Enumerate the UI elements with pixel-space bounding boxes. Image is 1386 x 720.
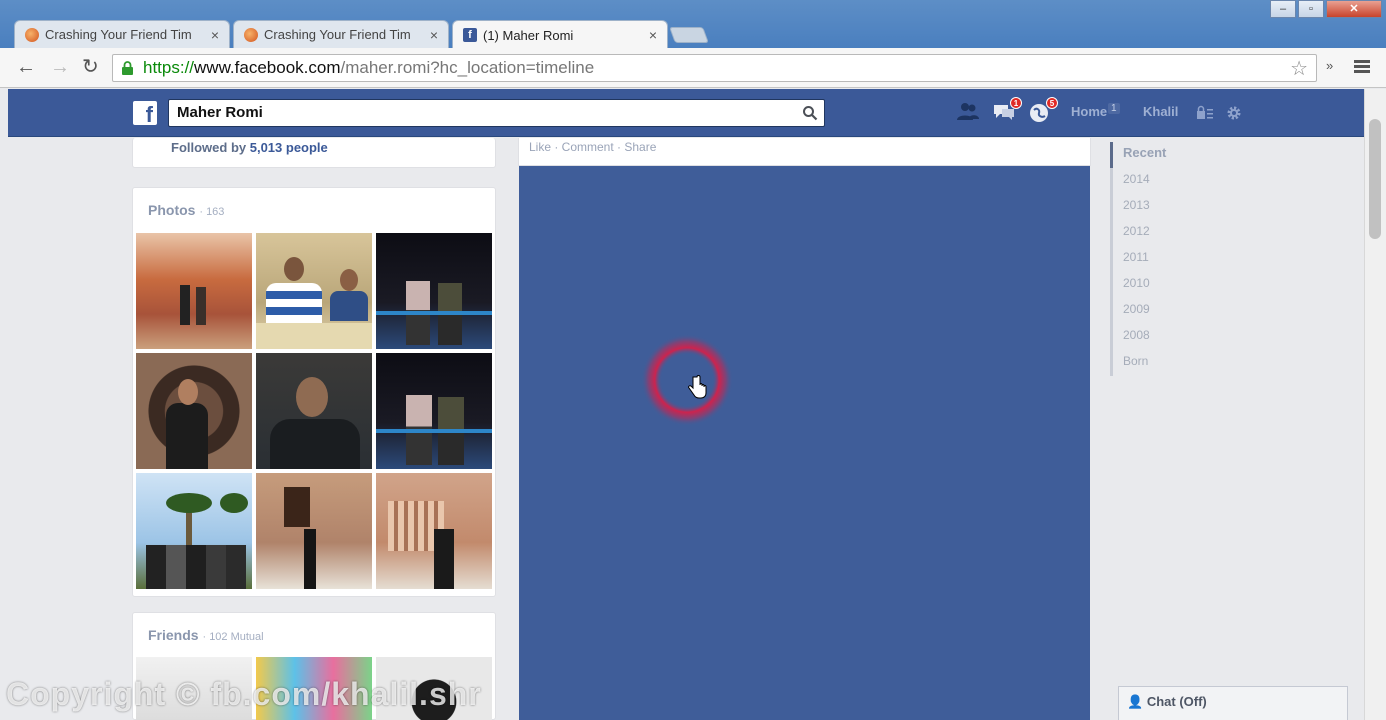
browser-tab-1[interactable]: Crashing Your Friend Tim × xyxy=(14,20,230,48)
url-path: /maher.romi?hc_location=timeline xyxy=(340,58,595,77)
notifications-badge: 5 xyxy=(1046,97,1058,109)
close-window-button[interactable]: ✕ xyxy=(1326,0,1382,18)
timeline-nav-year[interactable]: 2009 xyxy=(1113,298,1200,324)
user-profile-link[interactable]: Khalil xyxy=(1143,104,1178,119)
orange-favicon-icon xyxy=(244,27,258,42)
browser-menu-icon[interactable] xyxy=(1354,60,1370,74)
photo-thumbnail[interactable] xyxy=(376,233,492,349)
photo-thumbnail[interactable] xyxy=(376,353,492,469)
address-bar[interactable]: https://www.facebook.com/maher.romi?hc_l… xyxy=(112,54,1317,82)
facebook-favicon-icon: f xyxy=(463,28,477,42)
extensions-overflow-button[interactable]: » xyxy=(1326,58,1333,73)
hand-cursor-icon xyxy=(688,375,707,399)
timeline-nav-year[interactable]: 2012 xyxy=(1113,220,1200,246)
tab-title: (1) Maher Romi xyxy=(483,27,574,43)
tab-close-icon[interactable]: × xyxy=(430,27,438,43)
chat-sidebar-bar[interactable]: 👤 Chat (Off) xyxy=(1118,686,1348,720)
search-value: Maher Romi xyxy=(177,104,263,121)
url-scheme: https:// xyxy=(143,58,195,77)
timeline-nav-year[interactable]: 2011 xyxy=(1113,246,1200,272)
chat-status-icon: 👤 xyxy=(1127,694,1144,709)
photo-thumbnail[interactable] xyxy=(256,473,372,589)
photo-thumbnail[interactable] xyxy=(136,473,252,589)
maximize-button[interactable]: ▫ xyxy=(1298,0,1324,18)
browser-toolbar: ← → ↻ https://www.facebook.com/maher.rom… xyxy=(0,48,1386,88)
facebook-header: f Maher Romi 1 5 Home Khalil xyxy=(8,89,1364,137)
timeline-nav-born[interactable]: Born xyxy=(1113,350,1200,376)
story-actions[interactable]: Like · Comment · Share xyxy=(529,140,656,154)
tab-close-icon[interactable]: × xyxy=(649,27,657,43)
timeline-nav-recent[interactable]: Recent xyxy=(1110,142,1200,168)
browser-tab-2[interactable]: Crashing Your Friend Tim × xyxy=(233,20,449,48)
home-count-badge: 1 xyxy=(1108,103,1120,114)
browser-tab-3-active[interactable]: f (1) Maher Romi × xyxy=(452,20,668,49)
scrollbar-thumb[interactable] xyxy=(1369,119,1381,239)
followed-by-text: Followed by xyxy=(171,140,250,155)
orange-favicon-icon xyxy=(25,27,39,42)
friend-requests-icon xyxy=(957,103,979,120)
notifications-button[interactable]: 5 xyxy=(1028,97,1058,123)
minimize-button[interactable]: – xyxy=(1270,0,1296,18)
timeline-year-nav: Recent 2014 2013 2012 2011 2010 2009 200… xyxy=(1110,142,1200,376)
new-tab-button[interactable] xyxy=(669,27,709,43)
search-input[interactable]: Maher Romi xyxy=(168,99,825,127)
photo-thumbnail[interactable] xyxy=(136,353,252,469)
photos-count: · 163 xyxy=(199,206,225,218)
photo-thumbnail[interactable] xyxy=(256,353,372,469)
photos-title: Photos xyxy=(148,202,196,218)
friend-requests-button[interactable] xyxy=(956,101,980,123)
url-host: www.facebook.com xyxy=(194,58,341,77)
browser-titlebar: Crashing Your Friend Tim × Crashing Your… xyxy=(0,0,1386,49)
settings-gear-icon[interactable] xyxy=(1226,105,1242,121)
facebook-logo-icon[interactable]: f xyxy=(133,101,157,125)
messages-badge: 1 xyxy=(1010,97,1022,109)
photo-thumbnail[interactable] xyxy=(136,233,252,349)
timeline-nav-year[interactable]: 2014 xyxy=(1113,168,1200,194)
reload-icon[interactable]: ↻ xyxy=(82,56,99,78)
home-link[interactable]: Home xyxy=(1071,104,1107,119)
timeline-nav-year[interactable]: 2008 xyxy=(1113,324,1200,350)
tab-close-icon[interactable]: × xyxy=(211,27,219,43)
messages-button[interactable]: 1 xyxy=(992,97,1022,123)
privacy-shortcuts-icon[interactable] xyxy=(1196,105,1214,121)
followers-link[interactable]: 5,013 people xyxy=(250,140,328,155)
photo-thumbnail[interactable] xyxy=(256,233,372,349)
friends-header[interactable]: Friends · 102 Mutual xyxy=(148,627,264,643)
photos-card: Photos · 163 xyxy=(132,187,496,597)
forward-arrow-icon[interactable]: → xyxy=(50,56,70,78)
followed-by-row: Followed by 5,013 people xyxy=(132,138,496,168)
photos-header[interactable]: Photos · 163 xyxy=(148,202,224,218)
loading-overlay-panel xyxy=(519,166,1090,720)
photo-thumbnail[interactable] xyxy=(376,473,492,589)
back-arrow-icon[interactable]: ← xyxy=(16,56,36,78)
friends-title: Friends xyxy=(148,627,199,643)
timeline-nav-year[interactable]: 2013 xyxy=(1113,194,1200,220)
tab-title: Crashing Your Friend Tim xyxy=(264,27,411,42)
chat-label: Chat (Off) xyxy=(1146,694,1207,709)
timeline-nav-year[interactable]: 2010 xyxy=(1113,272,1200,298)
lock-icon xyxy=(122,61,133,75)
tab-title: Crashing Your Friend Tim xyxy=(45,27,192,42)
story-actions-row: Like · Comment · Share xyxy=(518,138,1091,166)
page-scrollbar[interactable] xyxy=(1364,89,1386,720)
bookmark-star-icon[interactable]: ☆ xyxy=(1290,56,1308,82)
copyright-watermark: Copyright © fb.com/khalil.shr xyxy=(6,676,482,712)
search-icon[interactable] xyxy=(802,105,818,121)
friends-count: · 102 Mutual xyxy=(202,631,264,643)
